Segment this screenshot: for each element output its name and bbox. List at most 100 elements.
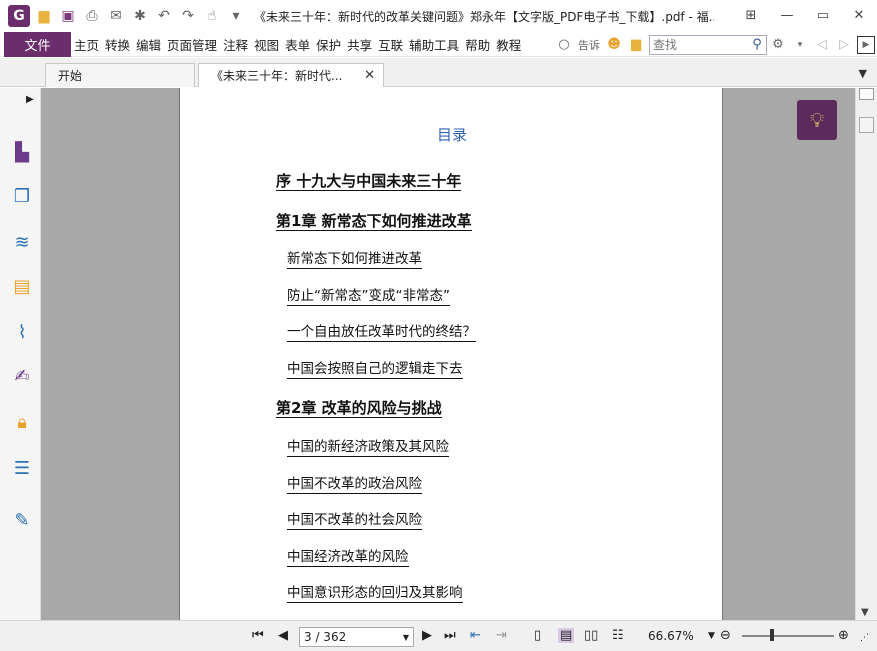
toc-entry[interactable]: 中国意识形态的回归及其影响 xyxy=(287,584,463,603)
toc-entry[interactable]: 新常态下如何推进改革 xyxy=(287,250,422,269)
zoom-slider[interactable] xyxy=(742,635,834,637)
undo-icon[interactable]: ↶ xyxy=(154,6,174,26)
ribbon-next-icon[interactable]: ▷ xyxy=(835,36,853,54)
chevron-down-icon[interactable]: ▼ xyxy=(403,633,409,642)
customize-dropdown-icon[interactable]: ▾ xyxy=(226,6,246,26)
tab-list-dropdown-icon[interactable]: ▼ xyxy=(859,67,867,80)
zoom-out-icon[interactable]: ⊖ xyxy=(720,628,731,643)
attachments-icon[interactable]: ⌇ xyxy=(10,320,34,344)
page-thumbnails-icon[interactable]: ▙ xyxy=(10,140,34,164)
lightbulb-icon[interactable]: ○ xyxy=(555,36,573,54)
settings-gear-icon[interactable]: ⚙ xyxy=(769,36,787,54)
signatures-icon[interactable]: ✍ xyxy=(10,364,34,388)
certificate-icon[interactable]: ✎ xyxy=(10,508,34,532)
zoom-dropdown-icon[interactable]: ▼ xyxy=(708,631,715,641)
chevron-down-icon[interactable]: ▾ xyxy=(791,36,809,54)
file-menu-button[interactable]: 文件 xyxy=(4,31,71,57)
close-button[interactable]: ✕ xyxy=(841,0,877,30)
resize-grip-icon: ⋰ xyxy=(860,633,869,643)
content-icon[interactable]: ☰ xyxy=(10,456,34,480)
menu-item-organize[interactable]: 页面管理 xyxy=(164,32,220,57)
toc-entry[interactable]: 中国经济改革的风险 xyxy=(287,548,409,567)
email-icon[interactable]: ✉ xyxy=(106,6,126,26)
menu-bar: 文件 主页 转换 编辑 页面管理 注释 视图 表单 保护 共享 互联 辅助工具 … xyxy=(0,31,877,57)
tab-document-label: 《未来三十年：新时代... xyxy=(211,69,343,83)
toc-entry[interactable]: 中国不改革的政治风险 xyxy=(287,475,422,494)
pdf-page: 目录 序 十九大与中国未来三十年 第1章 新常态下如何推进改革 新常态下如何推进… xyxy=(179,88,723,620)
tab-start-label: 开始 xyxy=(58,69,83,83)
toc-entry[interactable]: 中国会按照自己的逻辑走下去 xyxy=(287,360,463,379)
open-folder-icon[interactable]: ▆ xyxy=(34,6,54,26)
toc-entry[interactable]: 防止“新常态”变成“非常态” xyxy=(287,287,450,306)
continuous-facing-icon[interactable]: ☷ xyxy=(612,628,624,643)
status-bar: ⏮ ◀ 3 / 362 ▼ ▶ ⏭ ⇤ ⇥ ▯ ▤ ▯▯ ☷ 66.67% ▼ … xyxy=(0,620,877,651)
toc-entry[interactable]: 第2章 改革的风险与挑战 xyxy=(276,399,442,418)
restore-layout-icon[interactable]: ⊞ xyxy=(733,0,769,30)
menu-item-accessibility[interactable]: 辅助工具 xyxy=(406,32,462,57)
zoom-level[interactable]: 66.67% xyxy=(648,629,694,643)
comments-icon[interactable]: ▤ xyxy=(10,274,34,298)
find-folder-icon[interactable]: ▆ xyxy=(627,36,645,54)
toc-entry[interactable]: 序 十九大与中国未来三十年 xyxy=(276,172,462,191)
previous-view-icon[interactable]: ⇤ xyxy=(470,628,481,643)
zoom-slider-handle[interactable] xyxy=(770,629,774,641)
print-icon[interactable]: ⎙ xyxy=(82,6,102,26)
title-bar: G ▆ ▣ ⎙ ✉ ✱ ↶ ↷ ☝ ▾ 《未来三十年：新时代的改革关键问题》郑永… xyxy=(0,0,877,32)
toc-entry[interactable]: 中国的新经济政策及其风险 xyxy=(287,438,449,457)
document-viewer[interactable]: 目录 序 十九大与中国未来三十年 第1章 新常态下如何推进改革 新常态下如何推进… xyxy=(41,88,855,620)
ribbon-expand-icon[interactable]: ▶ xyxy=(857,35,875,54)
tab-document[interactable]: 《未来三十年：新时代... ✕ xyxy=(198,63,384,87)
redo-icon[interactable]: ↷ xyxy=(178,6,198,26)
toc-entry[interactable]: 中国不改革的社会风险 xyxy=(287,511,422,530)
hand-tool-icon[interactable]: ☝ xyxy=(202,6,222,26)
security-lock-icon[interactable]: 🔒︎ xyxy=(10,410,34,434)
page-indicator: 3 / 362 xyxy=(304,630,347,644)
ribbon-prev-icon[interactable]: ◁ xyxy=(813,36,831,54)
toc-entry[interactable]: 第1章 新常态下如何推进改革 xyxy=(276,212,472,231)
menu-item-protect[interactable]: 保护 xyxy=(313,32,344,57)
feedback-icon[interactable]: ☻ xyxy=(605,36,623,54)
search-input[interactable] xyxy=(650,35,748,54)
scroll-thumb[interactable] xyxy=(859,117,874,133)
menu-item-edit[interactable]: 编辑 xyxy=(133,32,164,57)
new-document-icon[interactable]: ✱ xyxy=(130,6,150,26)
scroll-up-button[interactable] xyxy=(859,88,874,100)
menu-item-connect[interactable]: 互联 xyxy=(375,32,406,57)
last-page-icon[interactable]: ⏭ xyxy=(444,628,456,643)
next-view-icon[interactable]: ⇥ xyxy=(496,628,507,643)
toc-title: 目录 xyxy=(436,126,467,144)
facing-pages-icon[interactable]: ▯▯ xyxy=(584,628,598,643)
page-number-field[interactable]: 3 / 362 ▼ xyxy=(299,627,414,647)
tell-me-label[interactable]: 告诉 xyxy=(575,32,603,57)
navigation-panel: ▶ ▙ ❐ ≋ ▤ ⌇ ✍ 🔒︎ ☰ ✎ xyxy=(0,88,41,651)
single-page-icon[interactable]: ▯ xyxy=(534,628,541,643)
expand-panel-icon[interactable]: ▶ xyxy=(26,94,34,105)
app-logo-icon[interactable]: G xyxy=(8,5,30,27)
next-page-icon[interactable]: ▶ xyxy=(422,628,432,643)
previous-page-icon[interactable]: ◀ xyxy=(278,628,288,643)
search-icon[interactable]: ⚲ xyxy=(748,37,766,52)
tips-lightbulb-icon[interactable]: 💡︎ xyxy=(797,100,837,140)
scroll-down-icon[interactable]: ▼ xyxy=(861,607,869,618)
close-icon[interactable]: ✕ xyxy=(364,68,375,83)
search-box: ⚲ xyxy=(649,34,767,55)
menu-item-share[interactable]: 共享 xyxy=(344,32,375,57)
save-icon[interactable]: ▣ xyxy=(58,6,78,26)
first-page-icon[interactable]: ⏮ xyxy=(252,628,264,643)
zoom-in-icon[interactable]: ⊕ xyxy=(838,628,849,643)
pages-icon[interactable]: ❐ xyxy=(10,184,34,208)
continuous-page-icon[interactable]: ▤ xyxy=(558,628,575,643)
menu-item-convert[interactable]: 转换 xyxy=(102,32,133,57)
menu-item-help[interactable]: 帮助 xyxy=(462,32,493,57)
minimize-button[interactable]: — xyxy=(769,0,805,30)
layers-icon[interactable]: ≋ xyxy=(10,230,34,254)
tab-start[interactable]: 开始 xyxy=(45,63,195,87)
menu-item-comment[interactable]: 注释 xyxy=(220,32,251,57)
menu-item-tutorial[interactable]: 教程 xyxy=(493,32,524,57)
toc-entry[interactable]: 一个自由放任改革时代的终结？ xyxy=(287,323,476,342)
menu-item-view[interactable]: 视图 xyxy=(251,32,282,57)
vertical-scrollbar[interactable]: ▼ xyxy=(855,88,877,620)
menu-item-home[interactable]: 主页 xyxy=(71,32,102,57)
menu-item-form[interactable]: 表单 xyxy=(282,32,313,57)
maximize-button[interactable]: ▭ xyxy=(805,0,841,30)
